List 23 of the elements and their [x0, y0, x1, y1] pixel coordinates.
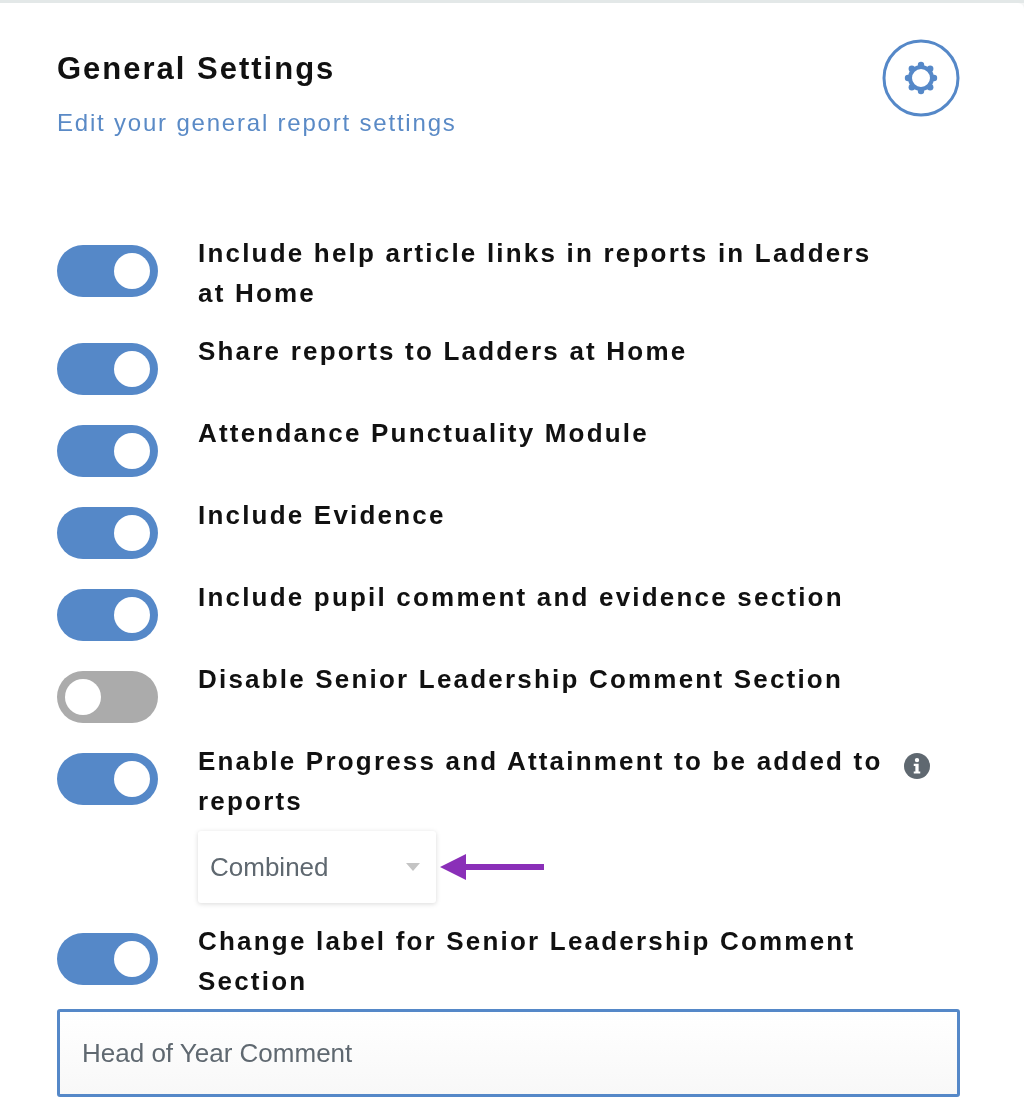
- toggle-switch[interactable]: [57, 589, 158, 641]
- setting-label: Include Evidence: [198, 499, 447, 532]
- toggle-switch[interactable]: [57, 425, 158, 477]
- toggle-switch[interactable]: [57, 507, 158, 559]
- setting-label: Include help article links in reports in Ladders at Home: [198, 237, 873, 310]
- setting-label: Enable Progress and Attainment to be added to reports: [198, 745, 884, 818]
- caret-icon: [406, 863, 420, 871]
- setting-label: Change label for Senior Leadership Comment Section: [198, 925, 857, 998]
- info-icon[interactable]: [904, 753, 930, 779]
- dropdown[interactable]: Combined: [198, 831, 436, 903]
- setting-label: Include pupil comment and evidence section: [198, 581, 845, 614]
- settings-title: General Settings: [57, 51, 337, 87]
- settings-icon[interactable]: [882, 39, 960, 117]
- toggle-switch[interactable]: [57, 753, 158, 805]
- settings-subtitle: Edit your general report settings: [57, 109, 457, 137]
- toggle-switch[interactable]: [57, 343, 158, 395]
- toggle-switch[interactable]: [57, 671, 158, 723]
- label-field[interactable]: Head of Year Comment: [57, 1009, 960, 1097]
- setting-label: Share reports to Ladders at Home: [198, 335, 689, 368]
- setting-label: Disable Senior Leadership Comment Section: [198, 663, 844, 696]
- setting-label: Attendance Punctuality Module: [198, 417, 650, 450]
- toggle-switch[interactable]: [57, 245, 158, 297]
- toggle-switch[interactable]: [57, 933, 158, 985]
